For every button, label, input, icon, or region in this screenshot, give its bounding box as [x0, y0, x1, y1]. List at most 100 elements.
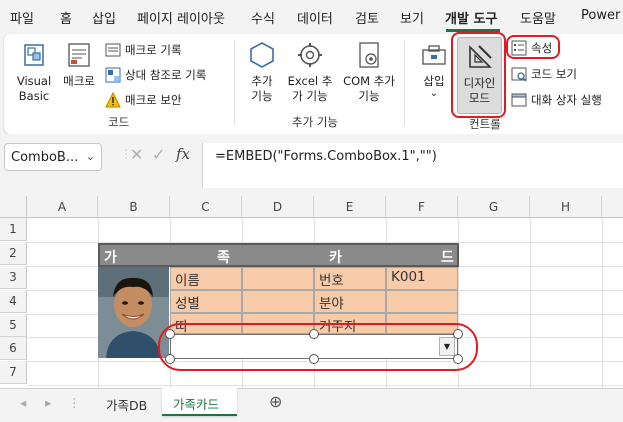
column-header-g[interactable]: G	[458, 196, 530, 218]
formula-buttons: ⋮ ✕ ✓ fx	[120, 143, 200, 171]
scroll-left-icon[interactable]: ◂	[20, 395, 26, 410]
row-header-2[interactable]: 2	[0, 242, 27, 265]
value-name[interactable]	[242, 267, 314, 290]
tab-file[interactable]: 파일	[10, 8, 34, 27]
enter-icon[interactable]: ✓	[152, 145, 165, 164]
more-sheets-icon[interactable]: ⋮	[68, 395, 81, 410]
tab-formulas[interactable]: 수식	[251, 8, 275, 27]
sheet-tab-family-db[interactable]: 가족DB	[106, 395, 147, 414]
macro-security-button[interactable]: 매크로 보안	[105, 92, 182, 108]
column-header-e[interactable]: E	[314, 196, 386, 218]
tab-home[interactable]: 홈	[60, 8, 72, 27]
addins-label: 추가 기능	[251, 74, 273, 103]
title-char-1: 가	[104, 250, 117, 266]
combobox-highlight	[158, 323, 478, 371]
row-header-7[interactable]: 7	[0, 361, 27, 384]
row-header-6[interactable]: 6	[0, 337, 27, 360]
column-header-c[interactable]: C	[170, 196, 242, 218]
value-number[interactable]: K001	[386, 267, 458, 290]
row-header-4[interactable]: 4	[0, 290, 27, 313]
addins-icon	[250, 42, 274, 68]
grid-line	[27, 385, 623, 386]
formula-bar-area: ComboB... ⌄ ⋮ ✕ ✓ fx =EMBED("Forms.Combo…	[0, 134, 623, 190]
grid-line	[530, 218, 531, 388]
properties-highlight	[506, 35, 560, 59]
toolbox-icon	[422, 45, 446, 65]
record-macro-button[interactable]: 매크로 기록	[105, 42, 182, 58]
relative-references-label: 상대 참조로 기록	[125, 68, 207, 82]
label-gender[interactable]: 성별	[170, 290, 242, 313]
sheet-tab-bar: ◂ ▸ ⋮ 가족DB 가족카드 ⊕	[0, 388, 623, 422]
ribbon-separator	[404, 40, 405, 126]
value-gender[interactable]	[242, 290, 314, 313]
view-code-button[interactable]: 코드 보기	[511, 66, 577, 82]
run-dialog-icon	[511, 93, 527, 107]
ribbon-panel: Visual Basic 매크로 매크로 기록 상대 참조로 기록 매크로 보안…	[4, 32, 623, 134]
gear-icon	[298, 43, 322, 67]
formula-input[interactable]: =EMBED("Forms.ComboBox.1","")	[202, 143, 623, 188]
grid-line	[602, 218, 603, 388]
add-sheet-icon[interactable]: ⊕	[269, 392, 282, 411]
addins-button[interactable]: 추가 기능	[242, 40, 282, 104]
card-title: 가 족 카 드	[98, 243, 459, 267]
tab-data[interactable]: 데이터	[297, 8, 333, 27]
column-header-b[interactable]: B	[98, 196, 170, 218]
run-dialog-label: 대화 상자 실행	[531, 93, 602, 107]
scroll-right-icon[interactable]: ▸	[45, 395, 51, 410]
value-category[interactable]	[386, 290, 458, 313]
visual-basic-icon	[24, 44, 44, 66]
tab-power[interactable]: Power	[581, 8, 620, 23]
com-addins-icon	[359, 42, 379, 68]
insert-control-button[interactable]: 삽입 ⌄	[418, 40, 450, 99]
column-header-d[interactable]: D	[242, 196, 314, 218]
ribbon-separator	[234, 40, 235, 126]
macros-button[interactable]: 매크로	[58, 40, 100, 89]
controls-group-label: 컨트롤	[469, 117, 501, 131]
view-code-icon	[511, 67, 527, 82]
label-name[interactable]: 이름	[170, 267, 242, 290]
title-char-3: 카	[329, 250, 342, 266]
record-macro-icon	[105, 43, 121, 57]
addins-group-label: 추가 기능	[292, 115, 338, 129]
com-addins-button[interactable]: COM 추가 기능	[340, 40, 398, 104]
tab-review[interactable]: 검토	[355, 8, 379, 27]
column-header-a[interactable]: A	[27, 196, 98, 218]
name-box[interactable]: ComboB... ⌄	[4, 143, 102, 171]
cancel-icon[interactable]: ✕	[130, 145, 143, 164]
row-header-5[interactable]: 5	[0, 314, 27, 337]
visual-basic-button[interactable]: Visual Basic	[12, 40, 56, 104]
label-number[interactable]: 번호	[314, 267, 386, 290]
column-header-partial[interactable]	[602, 196, 623, 218]
relative-references-icon	[105, 67, 121, 83]
label-category[interactable]: 분야	[314, 290, 386, 313]
com-addins-label: COM 추가 기능	[343, 74, 395, 103]
tab-page-layout[interactable]: 페이지 레이아웃	[137, 8, 225, 27]
title-char-2: 족	[217, 250, 230, 266]
insert-function-icon[interactable]: fx	[176, 145, 190, 163]
chevron-down-icon: ⌄	[429, 88, 439, 99]
macro-security-label: 매크로 보안	[125, 93, 182, 107]
column-header-h[interactable]: H	[530, 196, 602, 218]
tab-developer[interactable]: 개발 도구	[445, 8, 497, 27]
sheet-tab-family-card-label: 가족카드	[173, 397, 220, 412]
chevron-down-icon[interactable]: ⌄	[86, 150, 95, 163]
macros-icon	[68, 43, 90, 67]
name-box-value: ComboB...	[11, 150, 79, 165]
code-group-label: 코드	[108, 115, 130, 129]
view-code-label: 코드 보기	[531, 67, 577, 81]
record-macro-label: 매크로 기록	[125, 43, 182, 57]
select-all-corner[interactable]	[0, 196, 27, 218]
relative-references-button[interactable]: 상대 참조로 기록	[105, 67, 206, 83]
tab-insert[interactable]: 삽입	[92, 8, 116, 27]
column-header-f[interactable]: F	[386, 196, 458, 218]
sheet-tab-family-card[interactable]: 가족카드	[162, 388, 237, 416]
run-dialog-button[interactable]: 대화 상자 실행	[511, 92, 602, 108]
row-header-3[interactable]: 3	[0, 266, 27, 289]
tab-help[interactable]: 도움말	[520, 8, 556, 27]
row-header-1[interactable]: 1	[0, 218, 27, 241]
design-mode-highlight	[451, 32, 506, 118]
excel-addins-button[interactable]: Excel 추가 기능	[284, 40, 336, 104]
insert-control-label: 삽입	[423, 74, 445, 88]
visual-basic-label: Visual Basic	[16, 74, 52, 103]
tab-view[interactable]: 보기	[400, 8, 424, 27]
